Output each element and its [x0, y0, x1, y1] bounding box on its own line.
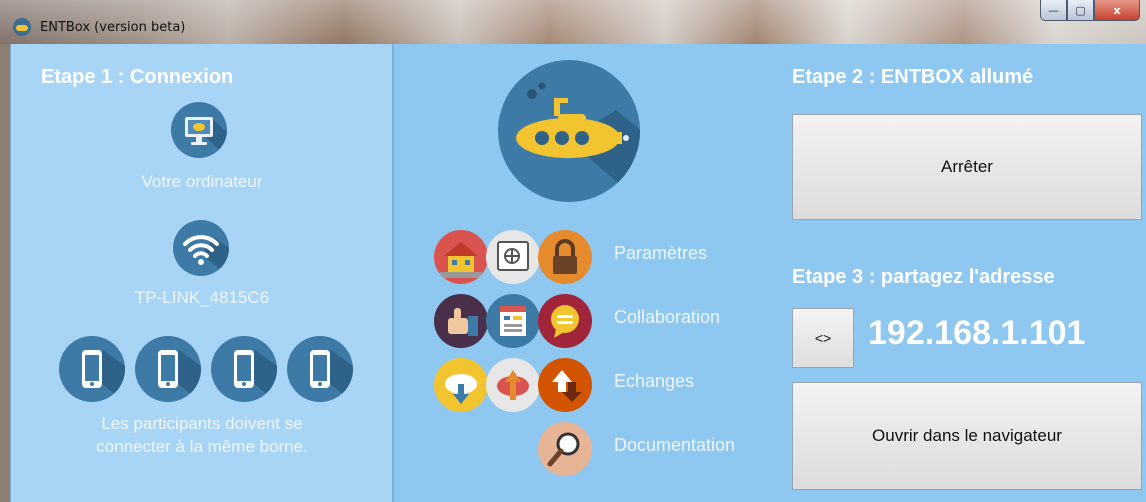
step1-title: Etape 1 : Connexion: [41, 66, 234, 88]
participants-instruction-line2: connecter à la même borne.: [96, 437, 308, 456]
window-controls: — ▢ x: [1040, 0, 1140, 21]
feature-label-documentation[interactable]: Documentation: [614, 435, 735, 456]
features-panel: Paramètres Collaboration Echanges Docume…: [392, 44, 768, 502]
calendar-icon[interactable]: [486, 294, 540, 348]
thumbs-up-icon[interactable]: [434, 294, 488, 348]
feature-label-collaboration[interactable]: Collaboration: [614, 307, 720, 328]
minimize-button[interactable]: —: [1040, 0, 1067, 21]
app-icon: [13, 18, 31, 36]
feature-label-echanges[interactable]: Echanges: [614, 371, 694, 392]
step3-title: Etape 3 : partagez l'adresse: [792, 266, 1055, 288]
wifi-icon: [173, 220, 229, 276]
window-title: ENTBox (version beta): [40, 20, 186, 35]
ip-address: 192.168.1.101: [868, 314, 1086, 352]
home-settings-icon[interactable]: [434, 230, 488, 284]
magnifier-icon[interactable]: [538, 422, 592, 476]
server-panel: Etape 2 : ENTBOX allumé Arrêter Etape 3 …: [768, 44, 1146, 502]
padlock-icon[interactable]: [538, 230, 592, 284]
computer-icon: [171, 102, 227, 158]
toggle-address-button[interactable]: <>: [792, 308, 854, 368]
participant-phone-icon: [59, 336, 125, 402]
feature-label-parametres[interactable]: Paramètres: [614, 243, 707, 264]
step2-title: Etape 2 : ENTBOX allumé: [792, 66, 1034, 88]
title-bar: ENTBox (version beta) — ▢ x: [0, 0, 1146, 44]
participant-phone-icon: [287, 336, 353, 402]
wifi-network-name: TP-LINK_4815C6: [134, 288, 270, 307]
computer-label: Votre ordinateur: [141, 172, 263, 191]
stop-button[interactable]: Arrêter: [792, 114, 1142, 220]
cloud-upload-icon[interactable]: [486, 358, 540, 412]
exchange-arrows-icon[interactable]: [538, 358, 592, 412]
chat-bubble-icon[interactable]: [538, 294, 592, 348]
safe-icon[interactable]: [486, 230, 540, 284]
participant-phone-icon: [135, 336, 201, 402]
client-area: Etape 1 : Connexion Votre ordinateur TP-…: [10, 44, 1146, 502]
participant-phone-icon: [211, 336, 277, 402]
submarine-logo-icon: [498, 60, 640, 202]
maximize-button[interactable]: ▢: [1067, 0, 1094, 21]
open-browser-button[interactable]: Ouvrir dans le navigateur: [792, 382, 1142, 490]
cloud-download-icon[interactable]: [434, 358, 488, 412]
connection-panel: Etape 1 : Connexion Votre ordinateur TP-…: [10, 44, 392, 502]
participants-instruction-line1: Les participants doivent se: [101, 414, 303, 433]
close-button[interactable]: x: [1094, 0, 1140, 21]
